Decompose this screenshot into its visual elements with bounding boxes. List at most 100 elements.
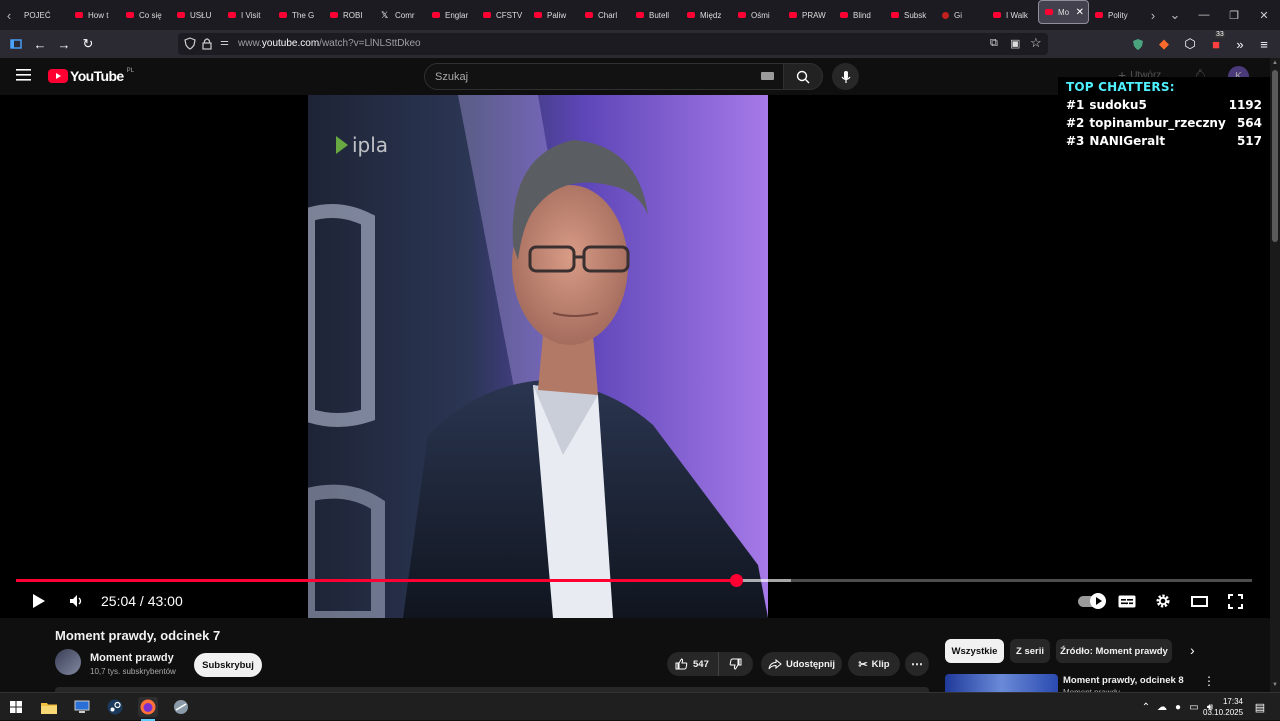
tab-scroll-right-icon[interactable]: › [1144, 0, 1162, 30]
lock-icon[interactable] [202, 37, 214, 51]
tab-scroll-left-icon[interactable]: ‹ [0, 0, 18, 30]
browser-tab[interactable]: Blind [834, 0, 885, 30]
url-domain: youtube.com [261, 38, 320, 49]
computer-app-icon[interactable] [72, 697, 92, 717]
browser-tab[interactable]: Mo ✕ [1038, 0, 1089, 24]
reload-icon[interactable]: ↻ [78, 34, 98, 54]
browser-tab[interactable]: 𝕏 Comr [375, 0, 426, 30]
extension-fox-icon[interactable]: ◆ [1154, 34, 1174, 54]
start-windows-icon[interactable] [6, 697, 26, 717]
taskbar-clock[interactable]: 17:34 03.10.2025 [1203, 696, 1243, 718]
chatter-rank-name: #3 NANIGeralt [1066, 134, 1165, 148]
browser-tab[interactable]: I Walk [987, 0, 1038, 30]
browser-tab[interactable]: CFSTV [477, 0, 528, 30]
tab-list-dropdown-icon[interactable]: ⌄ [1166, 0, 1184, 30]
browser-tab[interactable]: How t [69, 0, 120, 30]
browser-tab[interactable]: Międz [681, 0, 732, 30]
keyboard-icon[interactable] [761, 72, 774, 80]
browser-tab[interactable]: I Visit [222, 0, 273, 30]
settings-button[interactable] [1152, 589, 1174, 613]
shield-icon[interactable] [184, 37, 198, 51]
reader-view-icon[interactable]: ▣ [1010, 37, 1020, 50]
scroll-thumb[interactable] [1272, 70, 1278, 242]
browser-tab[interactable]: Ośmi [732, 0, 783, 30]
chip-series[interactable]: Z serii [1010, 639, 1050, 663]
browser-tab[interactable]: Englar [426, 0, 477, 30]
url-text[interactable]: www.youtube.com/watch?v=LlNLSttDkeo [238, 38, 421, 49]
more-actions-button[interactable]: ⋯ [905, 652, 929, 676]
browser-tab[interactable]: The G [273, 0, 324, 30]
scroll-up-icon[interactable]: ▲ [1272, 60, 1278, 66]
progress-bar[interactable] [16, 574, 1252, 587]
sidebar-toggle-icon[interactable] [6, 34, 26, 54]
guide-menu-icon[interactable] [16, 68, 32, 82]
chip-source[interactable]: Źródło: Moment prawdy [1056, 639, 1172, 663]
extensions-puzzle-icon[interactable]: ⬡ [1180, 34, 1200, 54]
scrubber-handle[interactable] [730, 574, 744, 587]
chatter-rank-name: #2 topinambur_rzeczny [1066, 116, 1226, 130]
next-video-menu-icon[interactable]: ⋮ [1203, 674, 1215, 688]
scissors-icon: ✂ [858, 658, 868, 671]
app-menu-icon[interactable]: ≡ [1254, 34, 1274, 54]
voice-search-button[interactable] [832, 63, 859, 90]
search-input[interactable]: Szukaj [424, 63, 784, 90]
browser-tab[interactable]: POJEĆ [18, 0, 69, 30]
close-tab-icon[interactable]: ✕ [1076, 7, 1084, 18]
back-icon[interactable]: ← [30, 34, 50, 54]
autoplay-toggle[interactable] [1074, 589, 1106, 613]
browser-tab[interactable]: USŁU [171, 0, 222, 30]
restore-icon[interactable]: ❐ [1218, 0, 1250, 30]
like-button[interactable]: 547 [667, 652, 719, 676]
video-player[interactable]: ipla 25:04 / 43:00 [0, 95, 1270, 618]
file-explorer-icon[interactable] [39, 697, 59, 717]
steam-icon[interactable] [105, 697, 125, 717]
clip-button[interactable]: ✂ Klip [848, 652, 900, 676]
autoplay-track [1078, 592, 1106, 609]
permissions-icon[interactable]: ⚌ [220, 37, 232, 51]
forward-icon[interactable]: → [54, 34, 74, 54]
play-icon [33, 594, 45, 608]
fullscreen-button[interactable] [1224, 589, 1246, 613]
subtitles-button[interactable] [1116, 589, 1138, 613]
notification-center-icon[interactable]: ▤ [1250, 697, 1270, 717]
chip-all[interactable]: Wszystkie [945, 639, 1004, 663]
chips-next-icon[interactable]: › [1190, 642, 1195, 658]
thumbs-up-icon [675, 658, 688, 670]
browser-tab[interactable]: Subsk [885, 0, 936, 30]
scroll-down-icon[interactable]: ▼ [1272, 682, 1278, 688]
firefox-icon[interactable] [138, 697, 158, 717]
browser-tab[interactable]: Co się [120, 0, 171, 30]
browser-tab[interactable]: Charl [579, 0, 630, 30]
youtube-logo[interactable]: YouTube PL [48, 68, 134, 84]
network-app-icon[interactable] [171, 697, 191, 717]
vpn-shield-icon[interactable] [1128, 34, 1148, 54]
search-button[interactable] [783, 63, 823, 90]
browser-tab[interactable]: ROBI [324, 0, 375, 30]
browser-tab[interactable]: Butell [630, 0, 681, 30]
theater-mode-button[interactable] [1188, 589, 1210, 613]
next-video-thumbnail[interactable] [945, 674, 1058, 692]
youtube-favicon-icon [687, 12, 695, 18]
channel-avatar[interactable] [55, 649, 81, 675]
play-button[interactable] [28, 589, 50, 613]
address-bar[interactable]: ⚌ www.youtube.com/watch?v=LlNLSttDkeo ⧉ … [178, 33, 1048, 55]
page-scrollbar[interactable]: ▲ ▼ [1270, 58, 1280, 692]
minimize-icon[interactable]: — [1188, 0, 1220, 30]
video-frame: ipla [308, 95, 768, 618]
mute-button[interactable] [66, 589, 88, 613]
browser-tab[interactable]: Paliw [528, 0, 579, 30]
more-tools-icon[interactable]: » [1230, 34, 1250, 54]
channel-name[interactable]: Moment prawdy [90, 652, 174, 664]
dislike-button[interactable] [719, 652, 752, 676]
close-window-icon[interactable]: ✕ [1248, 0, 1280, 30]
bookmark-star-icon[interactable]: ☆ [1030, 35, 1042, 51]
browser-tab[interactable]: Polity [1089, 0, 1140, 30]
clock-time: 17:34 [1222, 697, 1243, 706]
browser-tab[interactable]: Gi [936, 0, 987, 30]
picture-in-picture-icon[interactable]: ⧉ [990, 37, 998, 50]
subscribe-button[interactable]: Subskrybuj [194, 653, 262, 677]
share-button[interactable]: Udostępnij [761, 652, 842, 676]
next-video-title[interactable]: Moment prawdy, odcinek 8 [1063, 675, 1184, 686]
browser-tab[interactable]: PRAW [783, 0, 834, 30]
extension-badge-icon[interactable]: ■ 33 [1206, 31, 1226, 54]
